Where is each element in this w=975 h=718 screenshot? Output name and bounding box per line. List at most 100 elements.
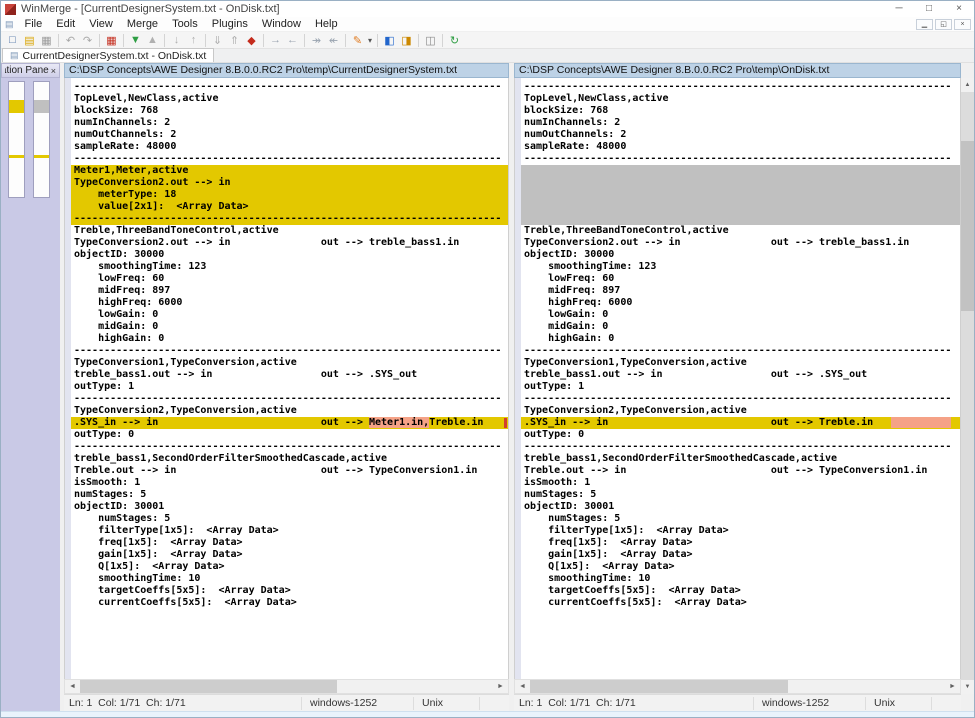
code-line[interactable]: Meter1,Meter,active bbox=[71, 165, 508, 177]
open-file-icon[interactable]: ▤ bbox=[21, 32, 38, 48]
menu-merge[interactable]: Merge bbox=[120, 17, 165, 32]
missing-lines-block[interactable] bbox=[521, 165, 960, 177]
code-line[interactable]: Q[1x5]: <Array Data> bbox=[521, 561, 960, 573]
code-line[interactable]: Treble.out --> in out --> TypeConversion… bbox=[521, 465, 960, 477]
right-hscroll-thumb[interactable] bbox=[530, 680, 788, 693]
code-line[interactable]: treble_bass1,SecondOrderFilterSmoothedCa… bbox=[521, 453, 960, 465]
redo-icon[interactable]: ↷ bbox=[79, 32, 96, 48]
options-icon[interactable]: ▦ bbox=[103, 32, 120, 48]
code-line[interactable]: lowFreq: 60 bbox=[521, 273, 960, 285]
code-line[interactable]: outType: 0 bbox=[71, 429, 508, 441]
code-line[interactable]: filterType[1x5]: <Array Data> bbox=[71, 525, 508, 537]
separator-line[interactable]: ----------------------------------------… bbox=[71, 441, 508, 453]
new-file-icon[interactable]: □ bbox=[4, 32, 21, 48]
next-difference-icon[interactable]: ▼ bbox=[127, 32, 144, 48]
code-line[interactable]: smoothingTime: 10 bbox=[71, 573, 508, 585]
code-line[interactable]: numStages: 5 bbox=[521, 489, 960, 501]
location-bar-right[interactable] bbox=[33, 81, 50, 198]
code-line[interactable]: objectID: 30001 bbox=[71, 501, 508, 513]
missing-lines-block[interactable] bbox=[521, 189, 960, 201]
editor-mode-icon[interactable]: ✎ bbox=[349, 32, 366, 48]
left-hscroll-thumb[interactable] bbox=[80, 680, 337, 693]
save-icon[interactable]: ▦ bbox=[38, 32, 55, 48]
separator-line[interactable]: ----------------------------------------… bbox=[521, 345, 960, 357]
code-line[interactable]: gain[1x5]: <Array Data> bbox=[71, 549, 508, 561]
separator-line[interactable]: ----------------------------------------… bbox=[71, 345, 508, 357]
scroll-left-icon[interactable]: ◄ bbox=[65, 680, 80, 693]
missing-lines-block[interactable] bbox=[521, 213, 960, 225]
code-line[interactable]: highFreq: 6000 bbox=[521, 297, 960, 309]
code-line[interactable]: numOutChannels: 2 bbox=[71, 129, 508, 141]
code-line[interactable]: highGain: 0 bbox=[71, 333, 508, 345]
separator-line[interactable]: ----------------------------------------… bbox=[521, 441, 960, 453]
scroll-down-icon[interactable]: ▼ bbox=[961, 680, 974, 694]
code-line[interactable]: smoothingTime: 10 bbox=[521, 573, 960, 585]
code-line[interactable]: blockSize: 768 bbox=[71, 105, 508, 117]
vscroll-thumb[interactable] bbox=[961, 141, 974, 311]
copy-right-icon[interactable]: → bbox=[267, 32, 284, 48]
code-line[interactable]: outType: 1 bbox=[71, 381, 508, 393]
separator-line[interactable]: ----------------------------------------… bbox=[71, 393, 508, 405]
left-pane-body[interactable]: ----------------------------------------… bbox=[64, 78, 509, 679]
code-line[interactable]: highFreq: 6000 bbox=[71, 297, 508, 309]
code-line[interactable]: currentCoeffs[5x5]: <Array Data> bbox=[71, 597, 508, 609]
menu-file[interactable]: File bbox=[18, 17, 50, 32]
code-line[interactable]: lowGain: 0 bbox=[71, 309, 508, 321]
right-horizontal-scrollbar[interactable]: ◄ ► bbox=[514, 679, 961, 694]
code-line[interactable]: treble_bass1,SecondOrderFilterSmoothedCa… bbox=[71, 453, 508, 465]
code-line[interactable]: targetCoeffs[5x5]: <Array Data> bbox=[71, 585, 508, 597]
menu-view[interactable]: View bbox=[82, 17, 120, 32]
menu-plugins[interactable]: Plugins bbox=[205, 17, 255, 32]
menu-window[interactable]: Window bbox=[255, 17, 308, 32]
separator-line[interactable]: ----------------------------------------… bbox=[71, 153, 508, 165]
maximize-icon[interactable]: □ bbox=[914, 1, 944, 17]
compare-icon[interactable]: ◨ bbox=[398, 32, 415, 48]
code-line[interactable]: .SYS_in --> in out --> Treble.in bbox=[521, 417, 960, 429]
scroll-up-icon[interactable]: ▲ bbox=[961, 78, 974, 92]
code-line[interactable]: TypeConversion1,TypeConversion,active bbox=[71, 357, 508, 369]
swap-panes-icon[interactable]: ◧ bbox=[381, 32, 398, 48]
code-line[interactable]: midFreq: 897 bbox=[521, 285, 960, 297]
mdi-restore-icon[interactable]: ◱ bbox=[935, 19, 952, 30]
code-line[interactable]: numInChannels: 2 bbox=[71, 117, 508, 129]
scroll-left-icon[interactable]: ◄ bbox=[515, 680, 530, 693]
code-line[interactable]: TypeConversion2.out --> in out --> trebl… bbox=[521, 237, 960, 249]
right-pane-path-header[interactable]: C:\DSP Concepts\AWE Designer 8.B.0.0.RC2… bbox=[514, 63, 961, 78]
missing-lines-block[interactable] bbox=[521, 201, 960, 213]
close-icon[interactable]: × bbox=[49, 66, 56, 76]
separator-line[interactable]: ----------------------------------------… bbox=[521, 393, 960, 405]
separator-line[interactable]: ----------------------------------------… bbox=[521, 153, 960, 165]
code-line[interactable]: TypeConversion2,TypeConversion,active bbox=[71, 405, 508, 417]
tab-comparison[interactable]: ▤ CurrentDesignerSystem.txt - OnDisk.txt bbox=[2, 48, 214, 62]
location-band-gray[interactable] bbox=[34, 100, 49, 113]
last-difference-icon[interactable]: ⇑ bbox=[226, 32, 243, 48]
code-line[interactable]: midGain: 0 bbox=[71, 321, 508, 333]
menu-tools[interactable]: Tools bbox=[165, 17, 205, 32]
code-line[interactable]: targetCoeffs[5x5]: <Array Data> bbox=[521, 585, 960, 597]
close-icon[interactable]: × bbox=[944, 1, 974, 17]
code-line[interactable]: value[2x1]: <Array Data> bbox=[71, 201, 508, 213]
code-line[interactable]: smoothingTime: 123 bbox=[71, 261, 508, 273]
menu-help[interactable]: Help bbox=[308, 17, 345, 32]
code-line[interactable]: treble_bass1.out --> in out --> .SYS_out bbox=[71, 369, 508, 381]
code-line[interactable]: TopLevel,NewClass,active bbox=[71, 93, 508, 105]
code-line[interactable]: freq[1x5]: <Array Data> bbox=[521, 537, 960, 549]
scroll-right-icon[interactable]: ► bbox=[493, 680, 508, 693]
undo-icon[interactable]: ↶ bbox=[62, 32, 79, 48]
code-line[interactable]: .SYS_in --> in out --> Meter1.in,Treble.… bbox=[71, 417, 508, 429]
code-line[interactable]: meterType: 18 bbox=[71, 189, 508, 201]
copy-right-and-advance-icon[interactable]: ↠ bbox=[308, 32, 325, 48]
code-line[interactable]: TopLevel,NewClass,active bbox=[521, 93, 960, 105]
code-line[interactable]: numOutChannels: 2 bbox=[521, 129, 960, 141]
right-pane-body[interactable]: ----------------------------------------… bbox=[514, 78, 961, 679]
copy-left-icon[interactable]: ← bbox=[284, 32, 301, 48]
missing-lines-block[interactable] bbox=[521, 177, 960, 189]
code-line[interactable]: numStages: 5 bbox=[71, 489, 508, 501]
code-line[interactable]: TypeConversion2,TypeConversion,active bbox=[521, 405, 960, 417]
code-line[interactable]: treble_bass1.out --> in out --> .SYS_out bbox=[521, 369, 960, 381]
mdi-minimize-icon[interactable]: ▁ bbox=[916, 19, 933, 30]
next-conflict-icon[interactable]: ◆ bbox=[243, 32, 260, 48]
editor-mode-caret-icon[interactable]: ▾ bbox=[366, 32, 374, 48]
code-line[interactable]: lowFreq: 60 bbox=[71, 273, 508, 285]
code-line[interactable]: TypeConversion2.out --> in bbox=[71, 177, 508, 189]
